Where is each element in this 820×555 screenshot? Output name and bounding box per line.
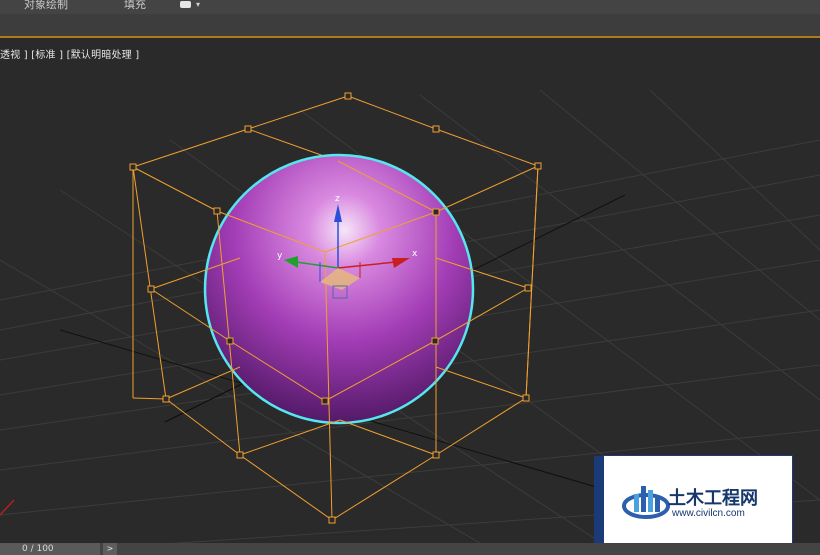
watermark-side-bar <box>594 456 604 546</box>
tab-object-paint[interactable]: 对象绘制 <box>24 0 68 12</box>
x-axis-red-line <box>0 499 15 516</box>
time-slider[interactable]: 0 / 100 <box>0 543 100 555</box>
civilcn-logo-icon <box>622 486 670 519</box>
gizmo-z-label: z <box>335 194 340 204</box>
viewport-label-menu[interactable]: 透视 ] [标准 ] [默认明暗处理 ] <box>0 46 139 61</box>
watermark-logo: 土木工程网 www.civilcn.com <box>594 455 793 547</box>
tab-fill[interactable]: 填充 <box>124 0 146 12</box>
display-dropdown-button[interactable] <box>180 1 191 8</box>
gizmo-x-label: x <box>412 249 418 259</box>
watermark-url: www.civilcn.com <box>672 508 745 519</box>
secondary-toolbar <box>0 14 820 38</box>
gizmo-y-label: y <box>277 251 283 261</box>
chevron-down-icon[interactable]: ▾ <box>196 0 200 12</box>
top-ribbon: 对象绘制 填充 ▾ <box>0 0 820 14</box>
watermark-title: 土木工程网 <box>668 488 758 509</box>
timeline-bar: 0 / 100 > <box>0 543 820 555</box>
next-frame-button[interactable]: > <box>103 543 117 555</box>
